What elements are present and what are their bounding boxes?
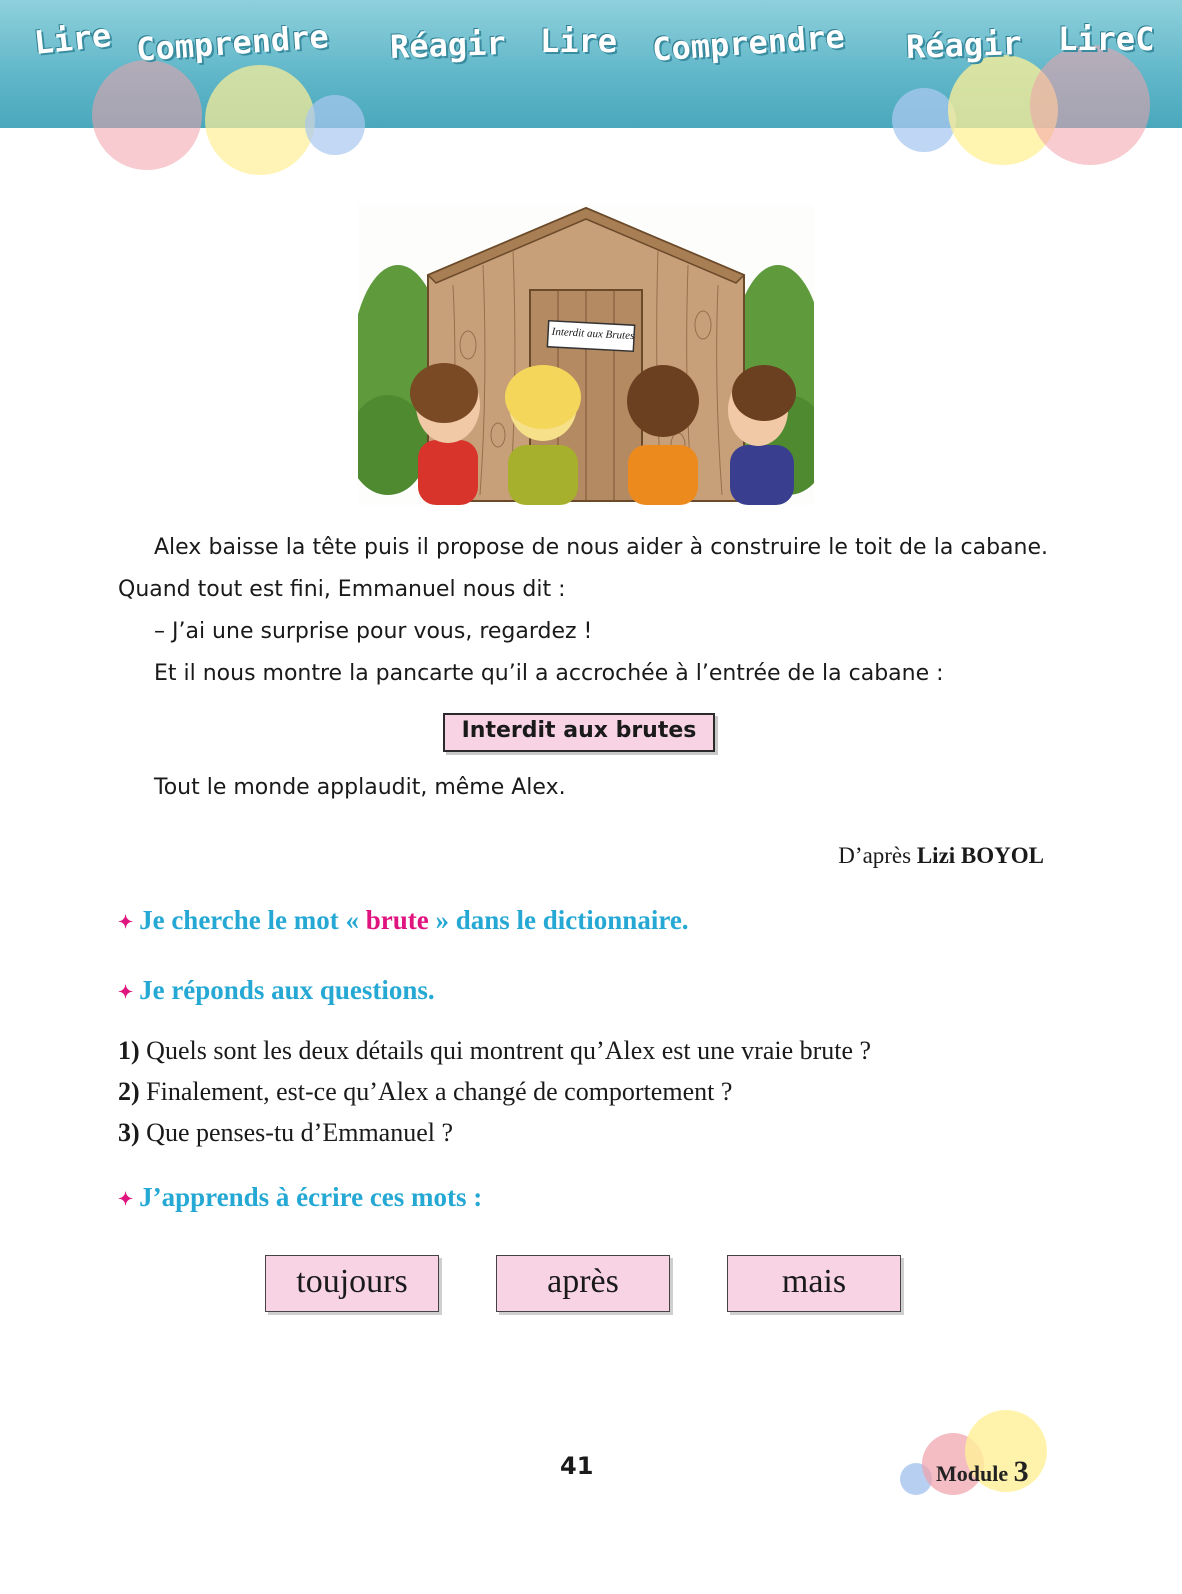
story-paragraph-1: Alex baisse la tête puis il propose de n… [118, 535, 1048, 602]
question-text: Que penses-tu d’Emmanuel ? [146, 1118, 454, 1147]
decor-circle-blue [305, 95, 365, 155]
banner-word: Comprendre [650, 17, 846, 69]
module-text: Module [936, 1461, 1009, 1486]
header-banner: Lire Comprendre Réagir Lire Comprendre R… [0, 0, 1182, 190]
question-number: 1) [118, 1036, 140, 1065]
instruction-questions-title: Je réponds aux questions. [139, 975, 435, 1005]
question-number: 3) [118, 1118, 140, 1147]
instruction-dictionary-a: Je cherche le mot « [139, 905, 366, 935]
credit-author: Lizi BOYOL [916, 843, 1044, 868]
module-number: 3 [1013, 1455, 1029, 1488]
credit: D’après Lizi BOYOL [838, 843, 1044, 869]
word-box: mais [727, 1255, 901, 1312]
banner-word: LireC [1058, 20, 1155, 58]
banner-words: Lire Comprendre Réagir Lire Comprendre R… [0, 0, 1182, 100]
banner-word: Comprendre [134, 17, 330, 69]
word-box: toujours [265, 1255, 439, 1312]
question-text: Quels sont les deux détails qui montrent… [146, 1036, 872, 1065]
instruction-dictionary-word: brute [365, 905, 429, 935]
star-bullet-icon: ✦ [118, 912, 134, 933]
instruction-dictionary: ✦ Je cherche le mot « brute » dans le dic… [118, 905, 689, 936]
question-item: 3) Que penses-tu d’Emmanuel ? [118, 1112, 871, 1153]
cabin-illustration: Interdit aux Brutes [348, 205, 828, 505]
story-paragraph-3: Tout le monde applaudit, même Alex. [154, 775, 566, 800]
star-bullet-icon: ✦ [118, 982, 134, 1003]
question-item: 2) Finalement, est-ce qu’Alex a changé d… [118, 1071, 871, 1112]
instruction-write: ✦ J’apprends à écrire ces mots : [118, 1182, 482, 1213]
banner-word: Lire [540, 22, 618, 60]
banner-word: Réagir [905, 23, 1023, 67]
module-label: Module 3 [936, 1455, 1029, 1489]
instruction-write-title: J’apprends à écrire ces mots : [139, 1182, 483, 1212]
question-number: 2) [118, 1077, 140, 1106]
banner-word: Lire [32, 16, 113, 62]
question-list: 1) Quels sont les deux détails qui montr… [118, 1030, 871, 1153]
page-number: 41 [560, 1452, 594, 1480]
banner-word: Réagir [389, 23, 507, 67]
word-box: après [496, 1255, 670, 1312]
star-bullet-icon: ✦ [118, 1189, 134, 1210]
credit-prefix: D’après [838, 843, 912, 868]
sign-box: Interdit aux brutes [443, 713, 715, 752]
question-text: Finalement, est-ce qu’Alex a changé de c… [146, 1077, 733, 1106]
story-text: Alex baisse la tête puis il propose de n… [118, 527, 1048, 695]
cabin-drawing [348, 205, 828, 505]
question-item: 1) Quels sont les deux détails qui montr… [118, 1030, 871, 1071]
story-dialogue: – J’ai une surprise pour vous, regardez … [154, 619, 593, 644]
instruction-questions: ✦ Je réponds aux questions. [118, 975, 435, 1006]
instruction-dictionary-b: » dans le dictionnaire. [428, 905, 689, 935]
story-paragraph-2: Et il nous montre la pancarte qu’il a ac… [154, 661, 944, 686]
